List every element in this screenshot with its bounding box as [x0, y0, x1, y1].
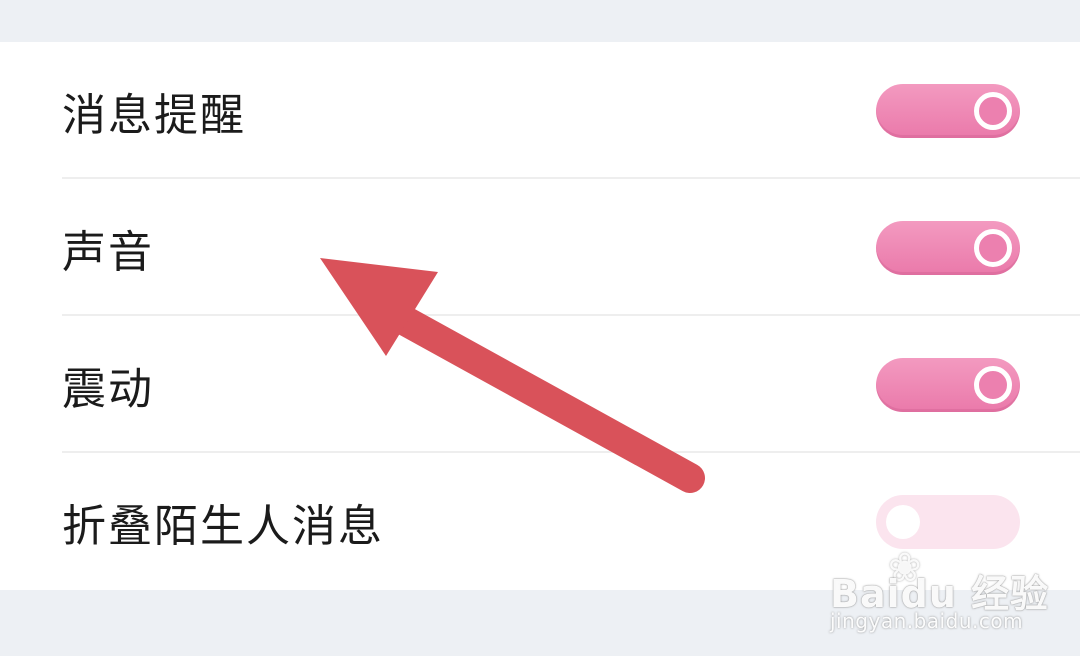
setting-row-sound[interactable]: 声音	[0, 179, 1080, 316]
setting-label: 消息提醒	[62, 89, 246, 141]
setting-label: 声音	[62, 226, 154, 278]
message-alert-toggle[interactable]	[876, 83, 1020, 138]
sound-toggle[interactable]	[876, 220, 1020, 275]
toggle-knob	[974, 365, 1012, 404]
watermark: ❀ Baidu 经验 jingyan.baidu.com	[830, 545, 1048, 635]
vibration-toggle[interactable]	[876, 357, 1020, 412]
fold-stranger-messages-toggle[interactable]	[876, 494, 1020, 549]
settings-panel: 消息提醒 声音 震动 折叠陌生人消息	[0, 42, 1080, 590]
setting-label: 折叠陌生人消息	[62, 500, 384, 552]
toggle-knob	[886, 504, 920, 539]
setting-label: 震动	[62, 363, 154, 415]
setting-row-vibration[interactable]: 震动	[0, 316, 1080, 453]
toggle-knob	[974, 91, 1012, 130]
setting-row-message-alert[interactable]: 消息提醒	[0, 42, 1080, 179]
toggle-knob	[974, 228, 1012, 267]
watermark-url: jingyan.baidu.com	[830, 609, 1024, 633]
